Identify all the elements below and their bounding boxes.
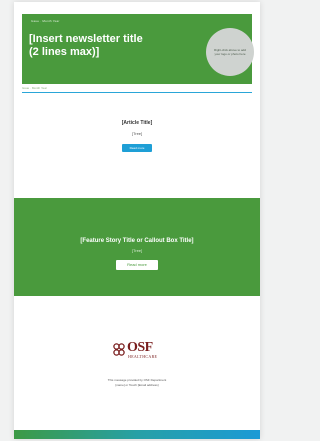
feature-read-more-button[interactable]: Read more — [116, 260, 158, 270]
article-title: [Article Title] — [121, 120, 153, 126]
newsletter-email-preview: Issue · Month Year [Insert newsletter ti… — [14, 2, 260, 439]
footer-gradient-bar — [14, 430, 260, 439]
header-divider — [22, 92, 252, 93]
osf-logo-mark-icon — [113, 343, 125, 356]
newsletter-title-line-1: [Insert newsletter title — [29, 33, 143, 45]
article-tag: [Tree] — [131, 131, 143, 136]
header-issue-line: Issue · Month Year — [31, 19, 60, 23]
article-read-more-button[interactable]: Read more — [122, 144, 152, 152]
feature-section: [Feature Story Title or Callout Box Titl… — [14, 198, 260, 296]
feature-title: [Feature Story Title or Callout Box Titl… — [80, 238, 194, 244]
header-subline: Issue · Month Year — [22, 86, 48, 90]
osf-healthcare-logo: OSF HEALTHCARE — [112, 340, 172, 363]
newsletter-header: Issue · Month Year [Insert newsletter ti… — [22, 14, 254, 84]
feature-tag: [Tree] — [131, 248, 143, 253]
logo-placeholder-text: Right-click above to add your logo or ph… — [213, 48, 247, 56]
footer-text: This message provided by OSF Department … — [74, 378, 200, 388]
newsletter-title-line-2: (2 lines max)] — [29, 46, 100, 58]
logo-placeholder-circle[interactable]: Right-click above to add your logo or ph… — [206, 28, 254, 76]
article-section: [Article Title] [Tree] Read more — [14, 120, 260, 154]
newsletter-title: [Insert newsletter title (2 lines max)] — [29, 33, 179, 59]
logo-subtitle: HEALTHCARE — [128, 354, 158, 359]
footer-line-2: [name] or Touch [Email address] — [115, 383, 159, 387]
